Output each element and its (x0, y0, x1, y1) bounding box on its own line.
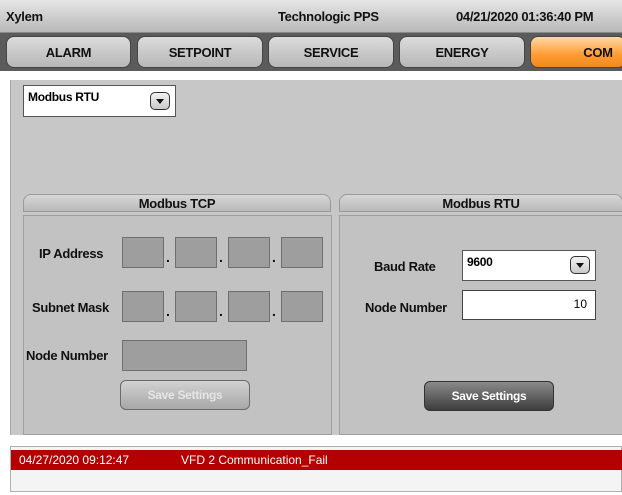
tab-service[interactable]: SERVICE (268, 36, 394, 68)
tab-alarm-label: ALARM (45, 44, 92, 60)
modbus-rtu-section: Baud Rate 9600 Node Number 10 Save Setti… (339, 215, 622, 435)
alarm-timestamp: 04/27/2020 09:12:47 (19, 453, 130, 467)
chevron-down-icon[interactable] (150, 92, 170, 110)
ip-address-label: IP Address (39, 246, 104, 261)
baud-rate-value: 9600 (467, 255, 493, 269)
subnet-octet-4[interactable] (281, 291, 323, 322)
title-bar: Xylem Technologic PPS 04/21/2020 01:36:4… (0, 0, 622, 33)
tab-service-label: SERVICE (303, 44, 359, 60)
subnet-separator: . (219, 303, 223, 319)
modbus-rtu-header: Modbus RTU (339, 194, 622, 212)
alarm-list: 04/27/2020 09:12:47 VFD 2 Communication_… (10, 446, 622, 492)
tcp-node-number-field[interactable] (122, 340, 247, 371)
modbus-tcp-section: IP Address . . . Subnet Mask . . . Node … (23, 215, 332, 435)
modbus-rtu-title: Modbus RTU (442, 195, 520, 211)
ip-octet-3[interactable] (228, 237, 270, 268)
tab-alarm[interactable]: ALARM (6, 36, 131, 68)
modbus-tcp-title: Modbus TCP (138, 195, 216, 211)
tab-setpoint-label: SETPOINT (168, 44, 232, 60)
datetime-display: 04/21/2020 01:36:40 PM (456, 9, 594, 24)
rtu-save-settings-label: Save Settings (451, 389, 527, 403)
ip-octet-4[interactable] (281, 237, 323, 268)
tab-com[interactable]: COM (530, 36, 622, 68)
ip-octet-1[interactable] (122, 237, 164, 268)
com-panel: Modbus RTU Modbus TCP IP Address . . . S… (10, 80, 622, 435)
tcp-save-settings-label: Save Settings (147, 388, 223, 402)
tab-setpoint[interactable]: SETPOINT (137, 36, 263, 68)
tab-energy-label: ENERGY (435, 44, 489, 60)
alarm-row[interactable]: 04/27/2020 09:12:47 VFD 2 Communication_… (11, 450, 622, 470)
rtu-node-number-label: Node Number (365, 300, 447, 315)
rtu-node-number-field[interactable]: 10 (462, 290, 596, 320)
rtu-save-settings-button[interactable]: Save Settings (424, 381, 554, 411)
protocol-select[interactable]: Modbus RTU (23, 85, 176, 117)
subnet-mask-label: Subnet Mask (32, 300, 109, 315)
tab-energy[interactable]: ENERGY (399, 36, 525, 68)
tab-com-label: COM (583, 44, 613, 60)
tcp-save-settings-button[interactable]: Save Settings (120, 380, 250, 410)
protocol-select-value: Modbus RTU (28, 90, 99, 104)
subnet-octet-2[interactable] (175, 291, 217, 322)
product-name: Technologic PPS (278, 9, 379, 24)
subnet-separator: . (272, 303, 276, 319)
modbus-tcp-header: Modbus TCP (23, 194, 331, 212)
ip-separator: . (219, 249, 223, 265)
brand-name: Xylem (6, 9, 43, 24)
baud-rate-label: Baud Rate (374, 259, 436, 274)
subnet-octet-3[interactable] (228, 291, 270, 322)
subnet-separator: . (166, 303, 170, 319)
tcp-node-number-label: Node Number (26, 348, 108, 363)
subnet-octet-1[interactable] (122, 291, 164, 322)
chevron-down-icon[interactable] (570, 256, 590, 274)
alarm-message: VFD 2 Communication_Fail (181, 453, 328, 467)
ip-separator: . (272, 249, 276, 265)
ip-separator: . (166, 249, 170, 265)
baud-rate-select[interactable]: 9600 (462, 250, 596, 281)
tab-bar: ALARM SETPOINT SERVICE ENERGY COM (0, 33, 622, 71)
ip-octet-2[interactable] (175, 237, 217, 268)
rtu-node-number-value: 10 (573, 297, 587, 311)
